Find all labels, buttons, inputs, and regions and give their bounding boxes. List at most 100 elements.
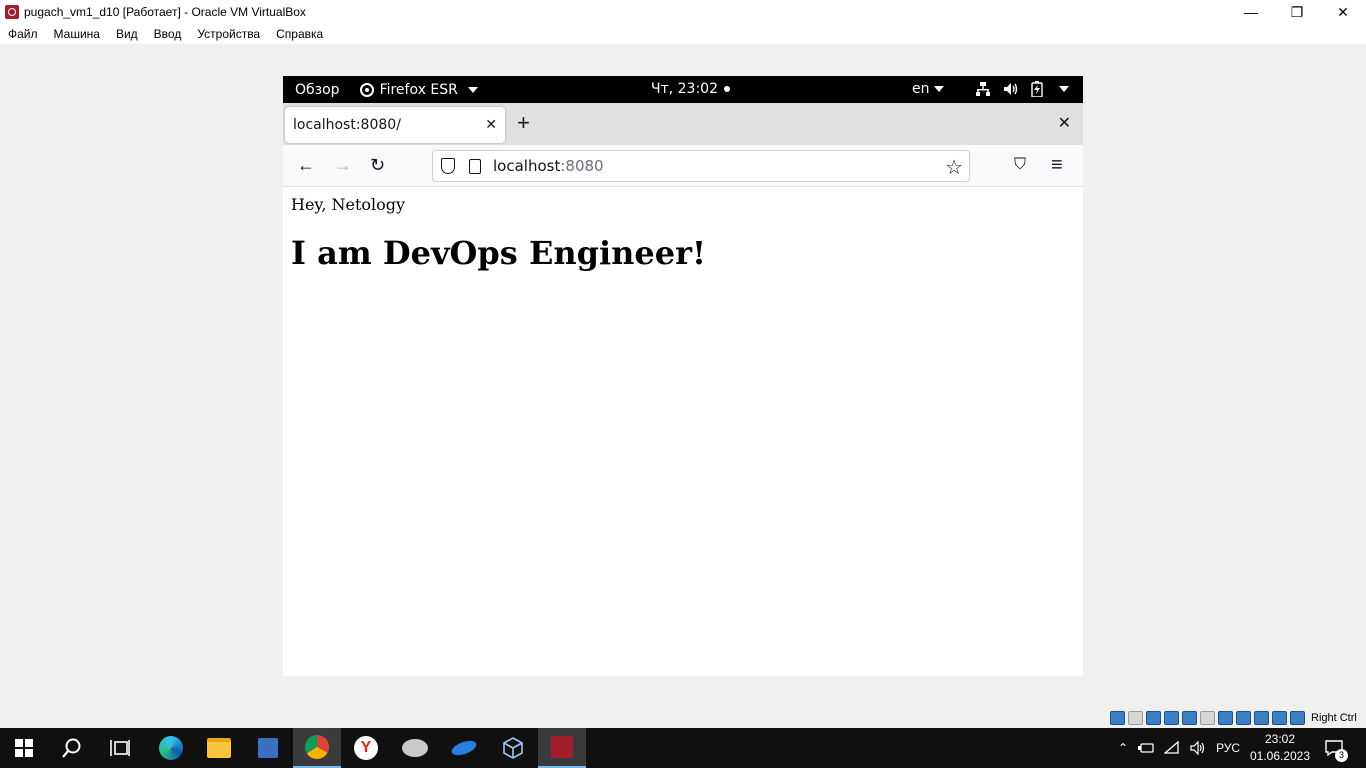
task-view-button[interactable] [96, 728, 144, 768]
vbox-titlebar: pugach_vm1_d10 [Работает] - Oracle VM Vi… [0, 0, 1366, 24]
network-app-icon [258, 738, 278, 758]
search-button[interactable] [48, 728, 96, 768]
page-heading: I am DevOps Engineer! [291, 234, 707, 272]
page-greeting: Hey, Netology [291, 195, 406, 214]
clock-label: Чт, 23:02 [651, 81, 718, 97]
battery-icon [1031, 81, 1043, 97]
taskbar-explorer[interactable] [195, 728, 243, 768]
volume-icon [1004, 83, 1018, 95]
action-center-button[interactable]: 3 [1322, 736, 1348, 762]
tab-localhost[interactable]: localhost:8080/ ✕ [285, 107, 505, 143]
taskbar-clock[interactable]: 23:02 01.06.2023 [1246, 731, 1314, 765]
taskbar-network-app[interactable] [244, 728, 292, 768]
vm-window-icon [551, 736, 573, 758]
folder-icon [207, 738, 231, 758]
optical-drive-icon[interactable] [1128, 711, 1143, 725]
menu-devices[interactable]: Устройства [197, 27, 260, 41]
close-window-icon[interactable]: ✕ [1058, 113, 1071, 133]
virtualbox-vm-icon [5, 5, 19, 19]
search-icon [62, 738, 81, 758]
vbox-status-bar: Right Ctrl [1110, 710, 1357, 726]
pocket-icon[interactable]: ⛉ [1014, 155, 1026, 175]
notification-count-badge: 3 [1335, 749, 1348, 762]
chevron-down-icon [1059, 86, 1069, 92]
system-tray: ⌃ РУС [1118, 728, 1240, 768]
show-hidden-icons-chevron-icon[interactable]: ⌃ [1118, 741, 1128, 755]
start-button[interactable] [0, 728, 48, 768]
bookmark-star-icon[interactable]: ☆ [945, 155, 963, 180]
volume-icon[interactable] [1190, 741, 1206, 755]
wifi-icon[interactable] [1164, 741, 1180, 755]
network-icon [976, 82, 990, 96]
url-port: :8080 [560, 157, 604, 175]
minimize-button[interactable]: — [1228, 0, 1274, 24]
window-title: pugach_vm1_d10 [Работает] - Oracle VM Vi… [24, 5, 306, 19]
taskbar-app-5[interactable] [391, 728, 439, 768]
cpu-icon[interactable] [1254, 711, 1269, 725]
host-key-label: Right Ctrl [1311, 712, 1357, 724]
back-button[interactable]: ← [297, 155, 315, 175]
url-bar[interactable]: localhost:8080 ☆ [432, 150, 970, 182]
taskbar-app-6[interactable] [440, 728, 488, 768]
taskbar-yandex[interactable]: Y [342, 728, 390, 768]
gnome-top-bar: Обзор Firefox ESR Чт, 23:02 en [283, 76, 1083, 103]
guest-screen[interactable]: Обзор Firefox ESR Чт, 23:02 en localhost… [283, 76, 1083, 676]
menu-help[interactable]: Справка [276, 27, 323, 41]
firefox-tabbar: localhost:8080/ ✕ + ✕ [283, 103, 1083, 145]
tab-title: localhost:8080/ [293, 117, 401, 133]
window-controls: — ❐ ✕ [1228, 0, 1366, 24]
chevron-down-icon [467, 86, 478, 93]
app-icon [402, 739, 428, 757]
chrome-icon [305, 735, 329, 759]
restore-button[interactable]: ❐ [1274, 0, 1320, 24]
display-icon[interactable] [1218, 711, 1233, 725]
shared-folders-icon[interactable] [1200, 711, 1215, 725]
edge-icon [159, 736, 183, 760]
input-language-indicator[interactable]: РУС [1216, 741, 1240, 755]
system-menu[interactable] [975, 81, 1069, 97]
audio-icon[interactable] [1146, 711, 1161, 725]
tracking-protection-shield-icon[interactable] [441, 158, 455, 174]
close-button[interactable]: ✕ [1320, 0, 1366, 24]
recording-icon[interactable] [1236, 711, 1251, 725]
power-plug-icon[interactable] [1138, 742, 1154, 754]
lang-label: en [912, 81, 930, 97]
input-language-menu[interactable]: en [912, 81, 944, 97]
gnome-clock[interactable]: Чт, 23:02 [651, 81, 730, 97]
menu-input[interactable]: Ввод [154, 27, 182, 41]
activities-button[interactable]: Обзор [295, 82, 340, 98]
app-menu[interactable]: Firefox ESR [359, 81, 478, 98]
taskbar-virtualbox[interactable] [489, 728, 537, 768]
windows-logo-icon [15, 739, 33, 757]
reload-button[interactable]: ↻ [370, 155, 385, 175]
keyboard-capture-icon[interactable] [1290, 711, 1305, 725]
yandex-browser-icon: Y [354, 736, 378, 760]
taskbar-chrome[interactable] [293, 728, 341, 768]
app-menu-label: Firefox ESR [379, 81, 458, 98]
forward-button[interactable]: → [334, 155, 352, 175]
menu-file[interactable]: Файл [8, 27, 38, 41]
virtualbox-icon [503, 737, 523, 759]
url-text[interactable]: localhost:8080 [493, 157, 604, 175]
clock-time: 23:02 [1264, 732, 1296, 746]
app-icon [449, 737, 479, 759]
url-host: localhost [493, 157, 561, 175]
vbox-menubar: Файл Машина Вид Ввод Устройства Справка [0, 24, 1366, 44]
new-tab-button[interactable]: + [517, 111, 530, 135]
windows-taskbar: Y ⌃ РУС 23:02 01.06.2023 3 [0, 728, 1366, 768]
menu-machine[interactable]: Машина [54, 27, 100, 41]
mouse-integration-icon[interactable] [1272, 711, 1287, 725]
network-adapter-icon[interactable] [1164, 711, 1179, 725]
hamburger-menu-icon[interactable]: ≡ [1051, 155, 1063, 175]
hard-disk-icon[interactable] [1110, 711, 1125, 725]
chevron-down-icon [933, 86, 944, 92]
notification-dot-icon [724, 86, 730, 92]
taskbar-edge[interactable] [147, 728, 195, 768]
firefox-navbar: ← → ↻ localhost:8080 ☆ ⛉ ≡ [283, 145, 1083, 187]
firefox-icon [359, 82, 374, 97]
menu-view[interactable]: Вид [116, 27, 138, 41]
taskbar-vm-window[interactable] [538, 728, 586, 768]
usb-icon[interactable] [1182, 711, 1197, 725]
close-tab-icon[interactable]: ✕ [485, 116, 497, 133]
page-info-icon[interactable] [469, 158, 481, 174]
